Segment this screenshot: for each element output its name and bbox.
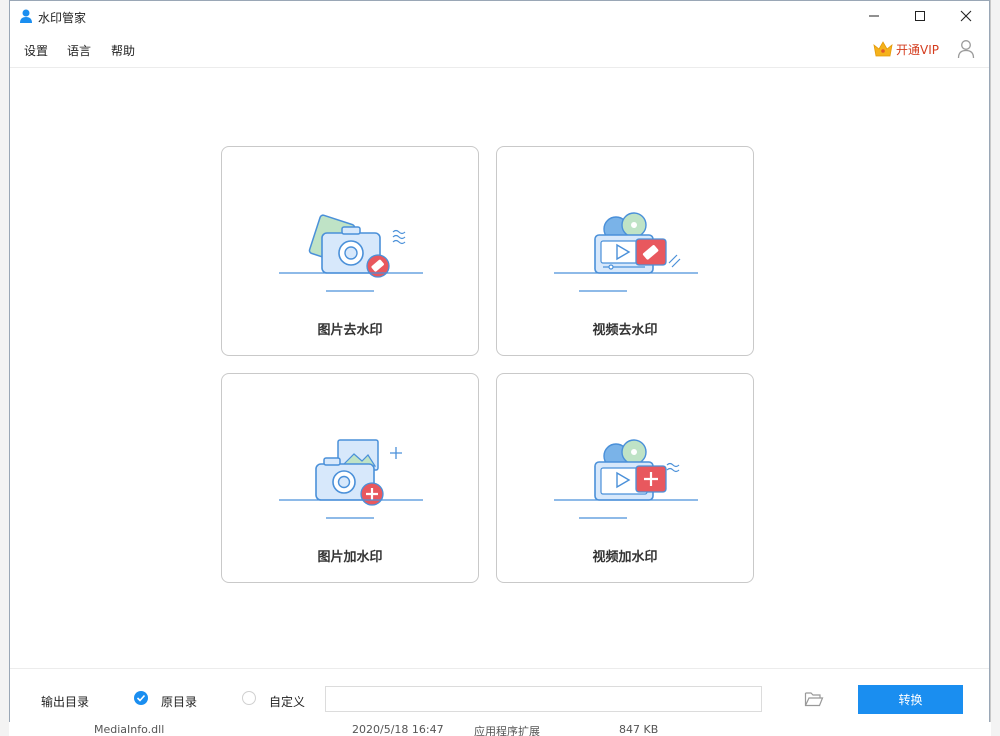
card-image-remove-watermark[interactable]: 图片去水印: [221, 146, 479, 356]
background-file-name: MediaInfo.dll: [94, 723, 165, 736]
background-file-row: MediaInfo.dll 2020/5/18 16:47 应用程序扩展 847…: [9, 722, 991, 736]
crown-icon: [873, 41, 893, 57]
output-directory-label: 输出目录: [41, 695, 90, 709]
card-label: 视频去水印: [592, 323, 658, 338]
card-label: 视频加水印: [592, 550, 658, 565]
output-path-input[interactable]: [325, 686, 762, 712]
minimize-icon: [869, 15, 879, 17]
card-label: 图片去水印: [317, 323, 383, 338]
convert-button[interactable]: 转换: [858, 685, 963, 714]
close-button[interactable]: [943, 1, 989, 31]
output-footer: 输出目录 原目录 自定义 转换: [10, 668, 989, 724]
app-window: 水印管家 设置 语言 帮助 开通VIP 图片去水印 视频去水印 图片加水印 视频…: [9, 0, 990, 724]
camera-plus-icon: [279, 439, 423, 519]
background-file-type: 应用程序扩展: [474, 725, 540, 736]
background-file-size: 847 KB: [619, 723, 659, 736]
folder-open-icon[interactable]: [804, 690, 824, 708]
menu-settings[interactable]: 设置: [24, 42, 48, 59]
minimize-button[interactable]: [851, 1, 897, 31]
maximize-icon: [915, 11, 925, 21]
check-icon: [136, 694, 146, 702]
card-image-add-watermark[interactable]: 图片加水印: [221, 373, 479, 583]
maximize-button[interactable]: [897, 1, 943, 31]
menu-help[interactable]: 帮助: [111, 42, 135, 59]
background-file-date: 2020/5/18 16:47: [352, 723, 444, 736]
camera-eraser-icon: [279, 214, 423, 292]
close-icon: [960, 10, 972, 22]
card-label: 图片加水印: [317, 550, 383, 565]
card-video-remove-watermark[interactable]: 视频去水印: [496, 146, 754, 356]
radio-custom-directory[interactable]: [242, 691, 256, 705]
vip-label: 开通VIP: [896, 42, 939, 57]
video-plus-icon: [554, 439, 698, 519]
menu-bar: 设置 语言 帮助 开通VIP: [10, 31, 989, 68]
video-eraser-icon: [554, 212, 698, 292]
original-directory-label[interactable]: 原目录: [161, 693, 197, 710]
user-avatar-icon[interactable]: [957, 39, 975, 59]
custom-directory-label[interactable]: 自定义: [269, 693, 305, 710]
menu-language[interactable]: 语言: [67, 42, 91, 59]
card-video-add-watermark[interactable]: 视频加水印: [496, 373, 754, 583]
background-right-window: [990, 0, 1000, 736]
vip-button[interactable]: 开通VIP: [873, 40, 939, 58]
window-title: 水印管家: [38, 11, 87, 25]
radio-original-directory[interactable]: [134, 691, 148, 705]
title-bar[interactable]: 水印管家: [10, 1, 989, 31]
app-logo-icon: [20, 9, 32, 23]
